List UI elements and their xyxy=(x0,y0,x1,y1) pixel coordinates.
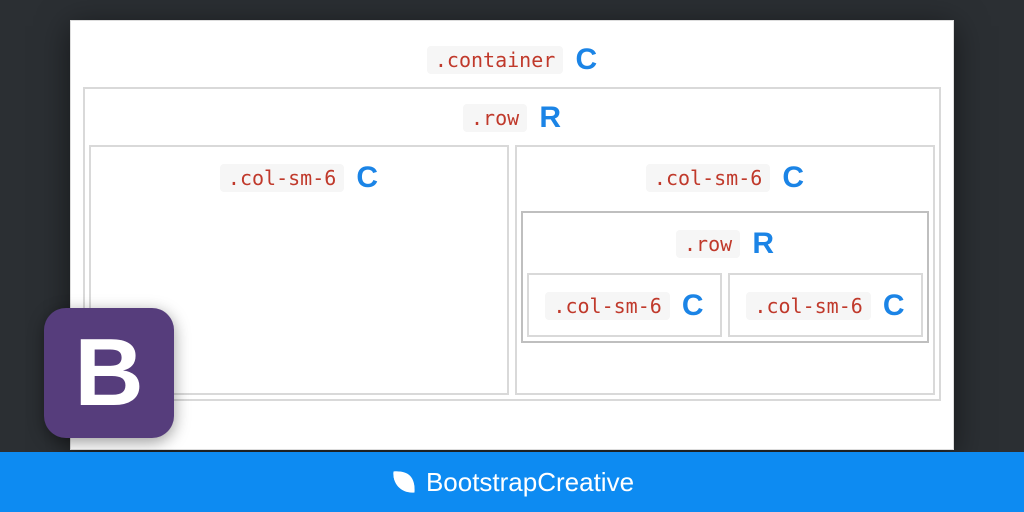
nested-col-right-label: .col-sm-6 C xyxy=(730,275,921,335)
nested-col-left-label: .col-sm-6 C xyxy=(529,275,720,335)
leaf-icon xyxy=(390,468,418,496)
col-left-class: .col-sm-6 xyxy=(220,164,344,192)
bootstrap-logo-letter: B xyxy=(74,325,143,421)
container-label: .container C xyxy=(83,31,941,87)
nested-col-left-class: .col-sm-6 xyxy=(545,292,669,320)
col-right-letter: C xyxy=(782,161,804,195)
footer-brand: BootstrapCreative xyxy=(426,467,634,498)
col-right-body: .row R .col-sm-6 C xyxy=(517,207,933,347)
col-left-letter: C xyxy=(356,161,378,195)
nested-row-letter: R xyxy=(752,227,774,261)
col-right-class: .col-sm-6 xyxy=(646,164,770,192)
column-right: .col-sm-6 C .row R .col-sm-6 xyxy=(515,145,935,395)
footer-bar: BootstrapCreative xyxy=(0,452,1024,512)
row-label: .row R xyxy=(85,89,939,145)
container-letter: C xyxy=(575,43,597,77)
nested-column-right: .col-sm-6 C xyxy=(728,273,923,337)
row-class: .row xyxy=(463,104,527,132)
grid-diagram: .container C .row R .col-sm-6 C .col-sm-… xyxy=(70,20,954,450)
col-right-label: .col-sm-6 C xyxy=(517,147,933,207)
row-letter: R xyxy=(539,101,561,135)
nested-columns-wrapper: .col-sm-6 C .col-sm-6 C xyxy=(523,273,927,341)
nested-column-left: .col-sm-6 C xyxy=(527,273,722,337)
nested-col-right-letter: C xyxy=(883,289,905,323)
nested-col-left-letter: C xyxy=(682,289,704,323)
columns-wrapper: .col-sm-6 C .col-sm-6 C .row R xyxy=(85,145,939,399)
col-left-label: .col-sm-6 C xyxy=(91,147,507,207)
nested-row-box: .row R .col-sm-6 C xyxy=(521,211,929,343)
nested-row-class: .row xyxy=(676,230,740,258)
nested-row-label: .row R xyxy=(523,213,927,273)
bootstrap-logo: B xyxy=(44,308,174,438)
nested-col-right-class: .col-sm-6 xyxy=(746,292,870,320)
container-class: .container xyxy=(427,46,563,74)
row-box: .row R .col-sm-6 C .col-sm-6 C xyxy=(83,87,941,401)
